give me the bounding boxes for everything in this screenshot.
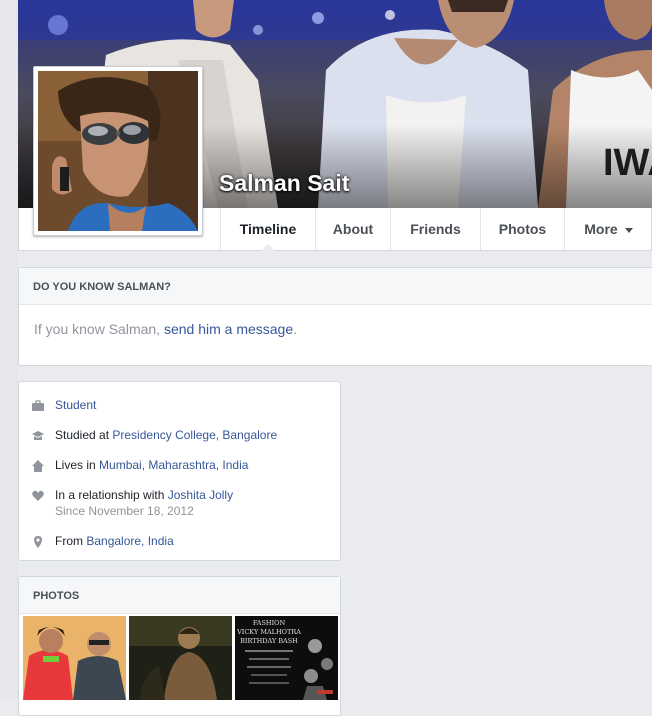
relationship-link[interactable]: Joshita Jolly xyxy=(168,488,233,502)
lives-text: Lives in Mumbai, Maharashtra, India xyxy=(55,458,248,472)
from-prefix: From xyxy=(55,534,87,548)
profile-picture[interactable] xyxy=(33,66,203,236)
education-text: Studied at Presidency College, Bangalore xyxy=(55,428,277,442)
tab-about-label: About xyxy=(332,221,374,237)
do-you-know-suffix: . xyxy=(293,321,298,337)
poster-line-1: FASHION xyxy=(253,619,286,627)
tab-photos-label: Photos xyxy=(498,221,547,237)
photo-thumbnail-3[interactable]: FASHION VICKY MALHOTRA BIRTHDAY BASH xyxy=(235,616,338,700)
tab-friends[interactable]: Friends xyxy=(390,208,480,250)
heart-icon xyxy=(32,490,44,501)
tab-friends-label: Friends xyxy=(410,221,461,237)
tab-more[interactable]: More xyxy=(564,208,652,250)
house-icon xyxy=(32,460,44,472)
profile-name[interactable]: Salman Sait xyxy=(219,170,349,197)
do-you-know-card: DO YOU KNOW SALMAN? If you know Salman, … xyxy=(18,267,652,366)
photos-header[interactable]: PHOTOS xyxy=(19,577,340,614)
tab-more-label: More xyxy=(584,221,618,237)
from-link[interactable]: Bangalore, India xyxy=(86,534,173,548)
poster-line-3: BIRTHDAY BASH xyxy=(240,637,298,645)
relationship-since: Since November 18, 2012 xyxy=(55,504,194,518)
tab-about[interactable]: About xyxy=(315,208,390,250)
location-pin-icon xyxy=(34,536,42,548)
relationship-prefix: In a relationship with xyxy=(55,488,168,502)
relationship-text: In a relationship with Joshita Jolly xyxy=(55,488,233,502)
photos-card: PHOTOS FASHION VICKY MALHOTRA BIRTHDAY B… xyxy=(18,576,341,716)
do-you-know-text: If you know Salman, send him a message. xyxy=(19,305,652,353)
tab-timeline-label: Timeline xyxy=(239,221,297,237)
do-you-know-prefix: If you know Salman, xyxy=(34,321,164,337)
tab-timeline[interactable]: Timeline xyxy=(220,208,315,251)
intro-card: Student Studied at Presidency College, B… xyxy=(18,381,341,561)
profile-picture-image xyxy=(38,71,198,231)
photo-2-image xyxy=(129,616,232,700)
briefcase-icon xyxy=(32,400,44,411)
from-text: From Bangalore, India xyxy=(55,534,174,548)
graduation-cap-icon xyxy=(32,431,44,440)
tab-photos[interactable]: Photos xyxy=(480,208,564,250)
lives-prefix: Lives in xyxy=(55,458,100,472)
education-prefix: Studied at xyxy=(55,428,113,442)
poster-line-2: VICKY MALHOTRA xyxy=(236,628,301,636)
photo-3-image: FASHION VICKY MALHOTRA BIRTHDAY BASH xyxy=(235,616,338,700)
work-link[interactable]: Student xyxy=(55,398,96,412)
caret-down-icon xyxy=(624,227,633,233)
education-link[interactable]: Presidency College, Bangalore xyxy=(112,428,277,442)
active-tab-caret xyxy=(261,244,275,251)
lives-link[interactable]: Mumbai, Maharashtra, India xyxy=(99,458,248,472)
photo-1-image xyxy=(23,616,126,700)
photo-thumbnail-2[interactable] xyxy=(129,616,232,700)
page-left-gutter xyxy=(0,0,18,699)
photo-thumbnail-1[interactable] xyxy=(23,616,126,700)
send-message-link[interactable]: send him a message xyxy=(164,321,293,337)
do-you-know-header: DO YOU KNOW SALMAN? xyxy=(19,268,652,305)
